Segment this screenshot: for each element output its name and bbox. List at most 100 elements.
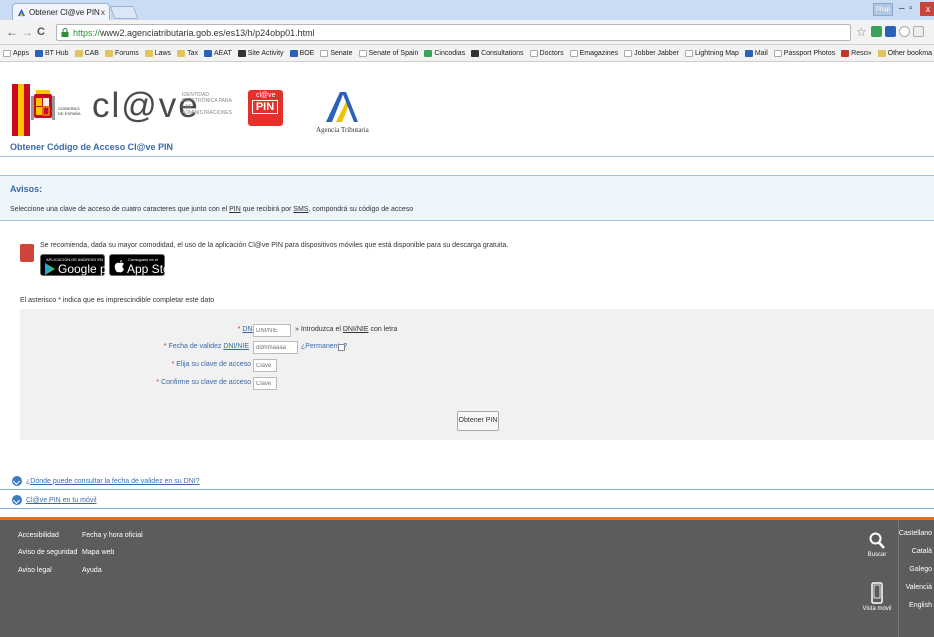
bookmark-label: BOE bbox=[299, 49, 315, 57]
bookmark-item[interactable]: Doctors bbox=[529, 49, 564, 57]
bookmark-star-icon[interactable]: ☆ bbox=[856, 25, 867, 39]
bookmark-item[interactable]: Emagazines bbox=[569, 49, 618, 57]
bookmark-item[interactable]: Senate of Spain bbox=[358, 49, 419, 57]
bookmark-item[interactable]: AEAT bbox=[203, 49, 232, 57]
site-header: GOBIERNO DE ESPAÑA cl@ve IDENTIDAD ELECT… bbox=[0, 82, 934, 152]
aeat-favicon-icon bbox=[17, 8, 26, 16]
page-icon bbox=[773, 49, 782, 57]
page-icon bbox=[684, 49, 693, 57]
clave-label: * Elija su clave de acceso bbox=[171, 361, 251, 368]
bookmark-label: Lightning Map bbox=[694, 49, 739, 57]
divider bbox=[0, 508, 934, 509]
buscar-label: Buscar bbox=[867, 552, 887, 558]
reload-icon[interactable]: C bbox=[37, 25, 45, 39]
bookmark-label: Forums bbox=[114, 49, 139, 57]
maximize-icon[interactable]: ▫ bbox=[909, 3, 913, 15]
url-bar[interactable]: https:// www2.agenciatributaria.gob.es/e… bbox=[56, 24, 851, 41]
extension-y-icon[interactable] bbox=[885, 26, 896, 37]
bookmark-item[interactable]: Jobber Jabber bbox=[624, 49, 679, 57]
bookmark-label: Apps bbox=[13, 49, 29, 57]
bookmark-item[interactable]: Apps bbox=[3, 49, 29, 57]
pin-form: * DNI/NIE » Introduzca el DNI/NIE con le… bbox=[20, 309, 934, 440]
bookmark-item[interactable]: Passport Photos bbox=[773, 49, 835, 57]
bookmark-item[interactable]: Consultations bbox=[471, 49, 524, 57]
bookmarks-bar: Apps BT Hub CAB Forums Laws Tax AEAT Site Activ… bbox=[0, 45, 934, 62]
bookmark-item[interactable]: Lightning Map bbox=[684, 49, 739, 57]
bookmark-item[interactable]: Tax bbox=[177, 49, 198, 57]
new-tab-button[interactable] bbox=[109, 6, 139, 19]
footer-link-aviso-seguridad[interactable]: Aviso de seguridad bbox=[18, 549, 77, 556]
bookmark-item[interactable]: CAB bbox=[74, 49, 99, 57]
browser-tab[interactable]: Obtener Cl@ve PIN x bbox=[12, 3, 110, 20]
fecha-label: * Fecha de validez DNI/NIE bbox=[163, 343, 249, 350]
footer-link-mapa-web[interactable]: Mapa web bbox=[82, 549, 114, 556]
obtener-pin-button[interactable]: Obtener PIN bbox=[457, 411, 499, 431]
bookmark-item[interactable]: Cincodias bbox=[424, 49, 465, 57]
bookmark-item[interactable]: Laws bbox=[144, 49, 171, 57]
search-icon bbox=[869, 532, 885, 549]
apple-icon bbox=[114, 260, 124, 273]
faq-clave-movil[interactable]: Cl@ve PIN en tu móvil bbox=[12, 493, 97, 507]
clave-logo[interactable]: cl@ve IDENTIDAD ELECTRÓNICA PARA LAS ADM… bbox=[92, 86, 242, 130]
app-store-badge[interactable]: Consíguelo en el App Store bbox=[109, 254, 180, 276]
extension-evernote-icon[interactable] bbox=[871, 26, 882, 37]
profile-button[interactable]: Phap bbox=[873, 3, 893, 16]
dni-input[interactable] bbox=[253, 324, 291, 337]
vista-movil-button[interactable]: Vista móvil bbox=[858, 582, 896, 612]
required-note: El asterisco * indica que es imprescindi… bbox=[20, 297, 215, 304]
bookmark-label: Senate of Spain bbox=[368, 49, 419, 57]
lang-english[interactable]: English bbox=[909, 602, 932, 609]
vista-movil-label: Vista móvil bbox=[862, 606, 892, 612]
bookmark-item[interactable]: Site Activity bbox=[237, 49, 284, 57]
tab-close-icon[interactable]: x bbox=[101, 8, 105, 17]
address-toolbar: ← → C https:// www2.agenciatributaria.go… bbox=[0, 20, 934, 45]
footer-link-ayuda[interactable]: Ayuda bbox=[82, 567, 102, 574]
buscar-button[interactable]: Buscar bbox=[862, 532, 892, 558]
lang-castellano[interactable]: Castellano bbox=[899, 530, 932, 537]
page-title: Obtener Código de Acceso Cl@ve PIN bbox=[10, 142, 173, 152]
gobierno-espana-logo[interactable]: GOBIERNO DE ESPAÑA bbox=[12, 84, 82, 136]
bookmark-item[interactable]: BOE bbox=[289, 49, 315, 57]
site-icon bbox=[237, 49, 246, 57]
bookmark-item[interactable]: Mail bbox=[744, 49, 768, 57]
fecha-input[interactable] bbox=[253, 341, 298, 354]
footer-link-fecha-hora[interactable]: Fecha y hora oficial bbox=[82, 532, 143, 539]
aeat-name: Agencia Tributaria bbox=[316, 126, 369, 134]
bookmark-item[interactable]: BT Hub bbox=[34, 49, 69, 57]
chrome-menu-icon[interactable] bbox=[913, 26, 924, 37]
other-bookmarks[interactable]: » Other bookma bbox=[867, 45, 932, 61]
footer-link-accesibilidad[interactable]: Accesibilidad bbox=[18, 532, 59, 539]
folder-icon bbox=[74, 49, 83, 57]
clave-input[interactable] bbox=[253, 359, 277, 372]
lang-galego[interactable]: Galego bbox=[909, 566, 932, 573]
folder-icon bbox=[177, 49, 186, 57]
google-play-badge[interactable]: APLICACIÓN DE ANDROID EN Google play bbox=[40, 254, 122, 276]
lang-catala[interactable]: Català bbox=[912, 548, 932, 555]
bookmark-label: Consultations bbox=[481, 49, 524, 57]
faq-fecha-validez[interactable]: ¿Dónde puede consultar la fecha de valid… bbox=[12, 474, 200, 488]
permanente-checkbox[interactable] bbox=[338, 344, 345, 351]
app-recommendation: Se recomienda, dada su mayor comodidad, … bbox=[20, 240, 934, 292]
sms-link[interactable]: SMS bbox=[293, 206, 308, 213]
close-window-icon[interactable]: x bbox=[920, 2, 934, 16]
forward-icon[interactable]: → bbox=[21, 25, 33, 39]
confirm-label: * Confirme su clave de acceso bbox=[156, 379, 251, 386]
more-bookmarks-icon[interactable]: » bbox=[868, 50, 872, 57]
agencia-tributaria-logo[interactable]: Agencia Tributaria bbox=[314, 88, 374, 134]
bookmark-item[interactable]: Forums bbox=[104, 49, 139, 57]
minimize-icon[interactable]: – bbox=[899, 3, 905, 15]
pin-logo-top: cl@ve bbox=[256, 92, 276, 99]
clave-pin-logo[interactable]: cl@ve PIN bbox=[248, 90, 283, 126]
bookmark-item[interactable]: Senate bbox=[320, 49, 353, 57]
mail-icon bbox=[744, 49, 753, 57]
clave-subtitle: IDENTIDAD ELECTRÓNICA PARA LAS ADMINISTR… bbox=[182, 92, 233, 116]
dni-hint-link[interactable]: DNI/NIE bbox=[343, 326, 369, 333]
folder-icon bbox=[144, 49, 153, 57]
back-icon[interactable]: ← bbox=[6, 25, 18, 39]
pin-link[interactable]: PIN bbox=[229, 206, 241, 213]
aeat-icon bbox=[203, 49, 212, 57]
extension-drop-icon[interactable] bbox=[899, 26, 910, 37]
confirm-input[interactable] bbox=[253, 377, 277, 390]
lang-valencia[interactable]: Valencià bbox=[906, 584, 932, 591]
footer-link-aviso-legal[interactable]: Aviso legal bbox=[18, 567, 52, 574]
